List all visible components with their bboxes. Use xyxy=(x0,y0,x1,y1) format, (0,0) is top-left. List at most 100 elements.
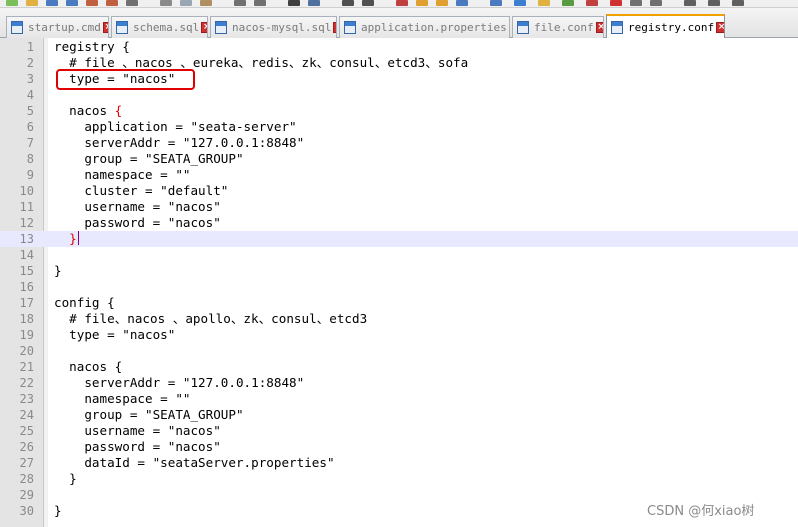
tab-schema-sql[interactable]: schema.sql × xyxy=(111,16,208,38)
code-line[interactable]: 7 serverAddr = "127.0.0.1:8848" xyxy=(0,135,798,151)
save-icon[interactable] xyxy=(46,0,58,6)
close-all-icon[interactable] xyxy=(106,0,118,6)
line-number: 23 xyxy=(19,392,34,406)
replace-icon[interactable] xyxy=(308,0,320,6)
code-text: application = "seata-server" xyxy=(54,119,297,135)
close-icon[interactable]: × xyxy=(595,22,603,33)
code-text: } xyxy=(54,503,62,519)
code-line[interactable]: 15} xyxy=(0,263,798,279)
code-line[interactable]: 16 xyxy=(0,279,798,295)
code-line[interactable]: 5 nacos { xyxy=(0,103,798,119)
close-icon[interactable]: × xyxy=(508,22,509,33)
tab-startup-cmd[interactable]: startup.cmd × xyxy=(6,16,109,38)
zoom-in-icon[interactable] xyxy=(342,0,354,6)
cut-icon[interactable] xyxy=(160,0,172,6)
code-line[interactable]: 20 xyxy=(0,343,798,359)
word-wrap-icon[interactable] xyxy=(416,0,428,6)
code-text-body: namespace = "" xyxy=(54,167,191,182)
code-line[interactable]: 11 username = "nacos" xyxy=(0,199,798,215)
print-icon[interactable] xyxy=(126,0,138,6)
code-line[interactable]: 24 group = "SEATA_GROUP" xyxy=(0,407,798,423)
code-line[interactable]: 12 password = "nacos" xyxy=(0,215,798,231)
zoom-out-icon[interactable] xyxy=(362,0,374,6)
code-line[interactable]: 14 xyxy=(0,247,798,263)
tab-nacos-mysql-sql[interactable]: nacos-mysql.sql × xyxy=(210,16,337,38)
copy-icon[interactable] xyxy=(180,0,192,6)
line-number: 29 xyxy=(19,488,34,502)
code-line[interactable]: 6 application = "seata-server" xyxy=(0,119,798,135)
file-icon xyxy=(344,21,356,34)
code-text-body: # file、nacos 、apollo、zk、consul、etcd3 xyxy=(54,311,368,326)
save-all-icon[interactable] xyxy=(66,0,78,6)
code-line[interactable]: 25 username = "nacos" xyxy=(0,423,798,439)
code-line[interactable]: 1 registry { xyxy=(0,39,798,55)
doc-map-icon[interactable] xyxy=(562,0,574,6)
tab-registry-conf[interactable]: registry.conf × xyxy=(606,14,725,38)
matched-brace: } xyxy=(69,231,77,246)
monitoring-icon[interactable] xyxy=(586,0,598,6)
code-editor[interactable]: 1 registry {2 # file 、nacos 、eureka、redis… xyxy=(0,38,798,527)
find-icon[interactable] xyxy=(288,0,300,6)
show-all-chars-icon[interactable] xyxy=(436,0,448,6)
code-text-body: application = "seata-server" xyxy=(54,119,297,134)
play-macro-icon[interactable] xyxy=(650,0,662,6)
paste-icon[interactable] xyxy=(200,0,212,6)
code-line[interactable]: 27 dataId = "seataServer.properties" xyxy=(0,455,798,471)
record-macro-icon[interactable] xyxy=(610,0,622,6)
code-text: namespace = "" xyxy=(54,167,190,183)
code-line[interactable]: 10 cluster = "default" xyxy=(0,183,798,199)
run-macro-multiple-icon[interactable] xyxy=(684,0,696,6)
close-file-icon[interactable] xyxy=(86,0,98,6)
file-icon xyxy=(116,21,128,34)
code-line[interactable]: 13 } xyxy=(0,231,798,247)
code-line[interactable]: 28 } xyxy=(0,471,798,487)
code-line[interactable]: 22 serverAddr = "127.0.0.1:8848" xyxy=(0,375,798,391)
close-icon[interactable]: × xyxy=(716,21,724,33)
tab-label: startup.cmd xyxy=(28,21,101,34)
code-line[interactable]: 18 # file、nacos 、apollo、zk、consul、etcd3 xyxy=(0,311,798,327)
code-line[interactable]: 9 namespace = "" xyxy=(0,167,798,183)
code-line[interactable]: 8 group = "SEATA_GROUP" xyxy=(0,151,798,167)
new-file-icon[interactable] xyxy=(6,0,18,6)
code-text: serverAddr = "127.0.0.1:8848" xyxy=(54,375,304,391)
code-text-body: cluster = "default" xyxy=(54,183,229,198)
code-line[interactable]: 23 namespace = "" xyxy=(0,391,798,407)
code-text: # file、nacos 、apollo、zk、consul、etcd3 xyxy=(54,311,367,327)
code-text-body: } xyxy=(54,471,77,486)
function-list-icon[interactable] xyxy=(514,0,526,6)
code-text-body: type = "nacos" xyxy=(54,327,176,342)
code-text: group = "SEATA_GROUP" xyxy=(54,151,244,167)
code-text-body: group = "SEATA_GROUP" xyxy=(54,151,244,166)
sync-scroll-icon[interactable] xyxy=(396,0,408,6)
close-icon[interactable]: × xyxy=(333,22,336,33)
close-icon[interactable]: × xyxy=(102,22,108,33)
code-line[interactable]: 26 password = "nacos" xyxy=(0,439,798,455)
tab-file-conf[interactable]: file.conf × xyxy=(512,16,604,38)
indent-guide-icon[interactable] xyxy=(456,0,468,6)
open-file-icon[interactable] xyxy=(26,0,38,6)
code-text: username = "nacos" xyxy=(54,199,221,215)
code-text-body: group = "SEATA_GROUP" xyxy=(54,407,244,422)
code-line[interactable]: 17 config { xyxy=(0,295,798,311)
code-line[interactable]: 19 type = "nacos" xyxy=(0,327,798,343)
undo-icon[interactable] xyxy=(234,0,246,6)
stop-macro-icon[interactable] xyxy=(630,0,642,6)
close-icon[interactable]: × xyxy=(201,22,207,33)
code-line[interactable]: 21 nacos { xyxy=(0,359,798,375)
spell-check-icon[interactable] xyxy=(732,0,744,6)
code-text: dataId = "seataServer.properties" xyxy=(54,455,334,471)
save-macro-icon[interactable] xyxy=(708,0,720,6)
line-number: 18 xyxy=(19,312,34,326)
folder-workspace-icon[interactable] xyxy=(538,0,550,6)
code-text: registry { xyxy=(54,39,130,55)
tab-bar: startup.cmd × schema.sql × nacos-mysql.s… xyxy=(0,8,798,38)
line-number: 16 xyxy=(19,280,34,294)
redo-icon[interactable] xyxy=(254,0,266,6)
language-icon[interactable] xyxy=(490,0,502,6)
code-text-body: # file 、nacos 、eureka、redis、zk、consul、et… xyxy=(54,55,469,70)
tab-application-properties[interactable]: application.properties × xyxy=(339,16,510,38)
code-text: password = "nacos" xyxy=(54,215,220,231)
code-text-body: username = "nacos" xyxy=(54,199,221,214)
line-number: 5 xyxy=(26,104,34,118)
code-text-body: } xyxy=(54,263,62,278)
